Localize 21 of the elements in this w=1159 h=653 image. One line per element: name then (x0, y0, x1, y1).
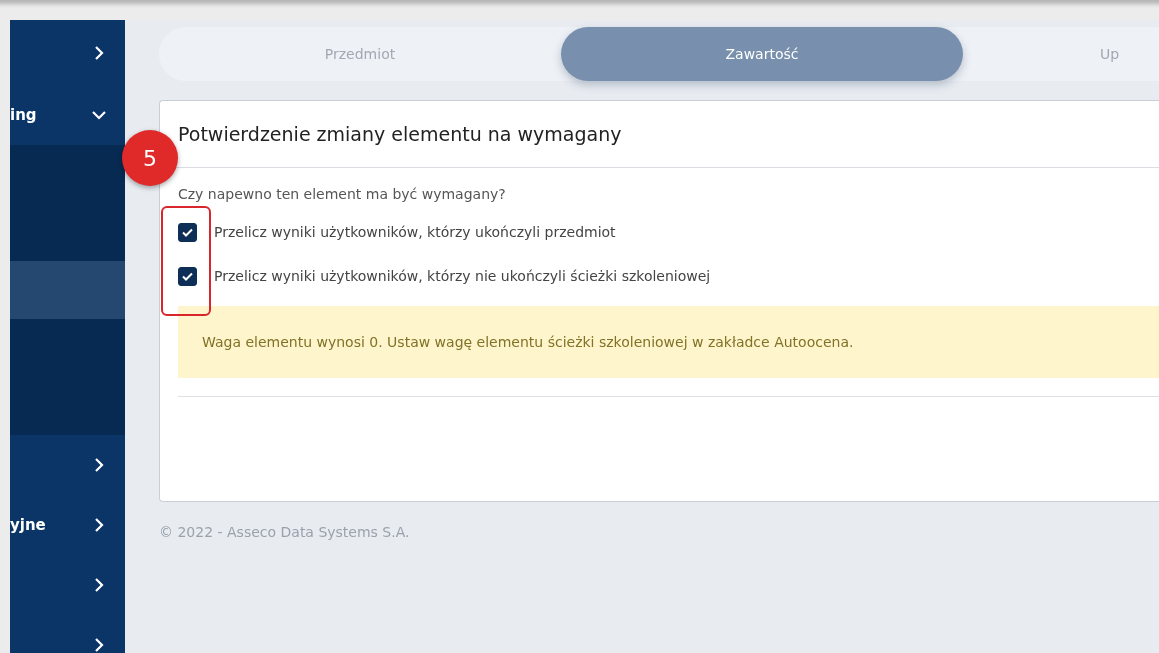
sidebar-label: ing (10, 106, 37, 124)
copyright-text: © 2022 - Asseco Data Systems S.A. (159, 524, 411, 540)
check-icon (182, 227, 193, 237)
checkbox[interactable] (178, 266, 197, 286)
sidebar-subitem[interactable] (10, 145, 125, 203)
checkbox[interactable] (178, 222, 197, 242)
sidebar-subitem[interactable] (10, 377, 125, 435)
tab[interactable]: Up (963, 27, 1159, 81)
question-text: Czy napewno ten element ma być wymagany? (178, 186, 507, 204)
sidebar-subitem[interactable] (10, 319, 125, 377)
tab[interactable]: Zawartość (561, 27, 963, 81)
sidebar-label: yjne (10, 516, 46, 534)
option-label: Przelicz wyniki użytkowników, którzy ukończyli przedmiot (214, 224, 616, 240)
sidebar-item[interactable]: yjne (10, 495, 125, 555)
tab[interactable]: Przedmiot (159, 27, 561, 81)
sidebar-subitem[interactable] (10, 203, 125, 261)
check-icon (182, 271, 193, 281)
option-label: Przelicz wyniki użytkowników, którzy nie ukończyli ścieżki szkoleniowej (214, 268, 711, 284)
sidebar-subitem[interactable] (10, 261, 125, 319)
sidebar-item[interactable]: ing (10, 85, 125, 145)
warning-alert: Waga elementu wynosi 0. Ustaw wagę elementu ścieżki szkoleniowej w zakładce Autoocena. (178, 306, 1159, 378)
